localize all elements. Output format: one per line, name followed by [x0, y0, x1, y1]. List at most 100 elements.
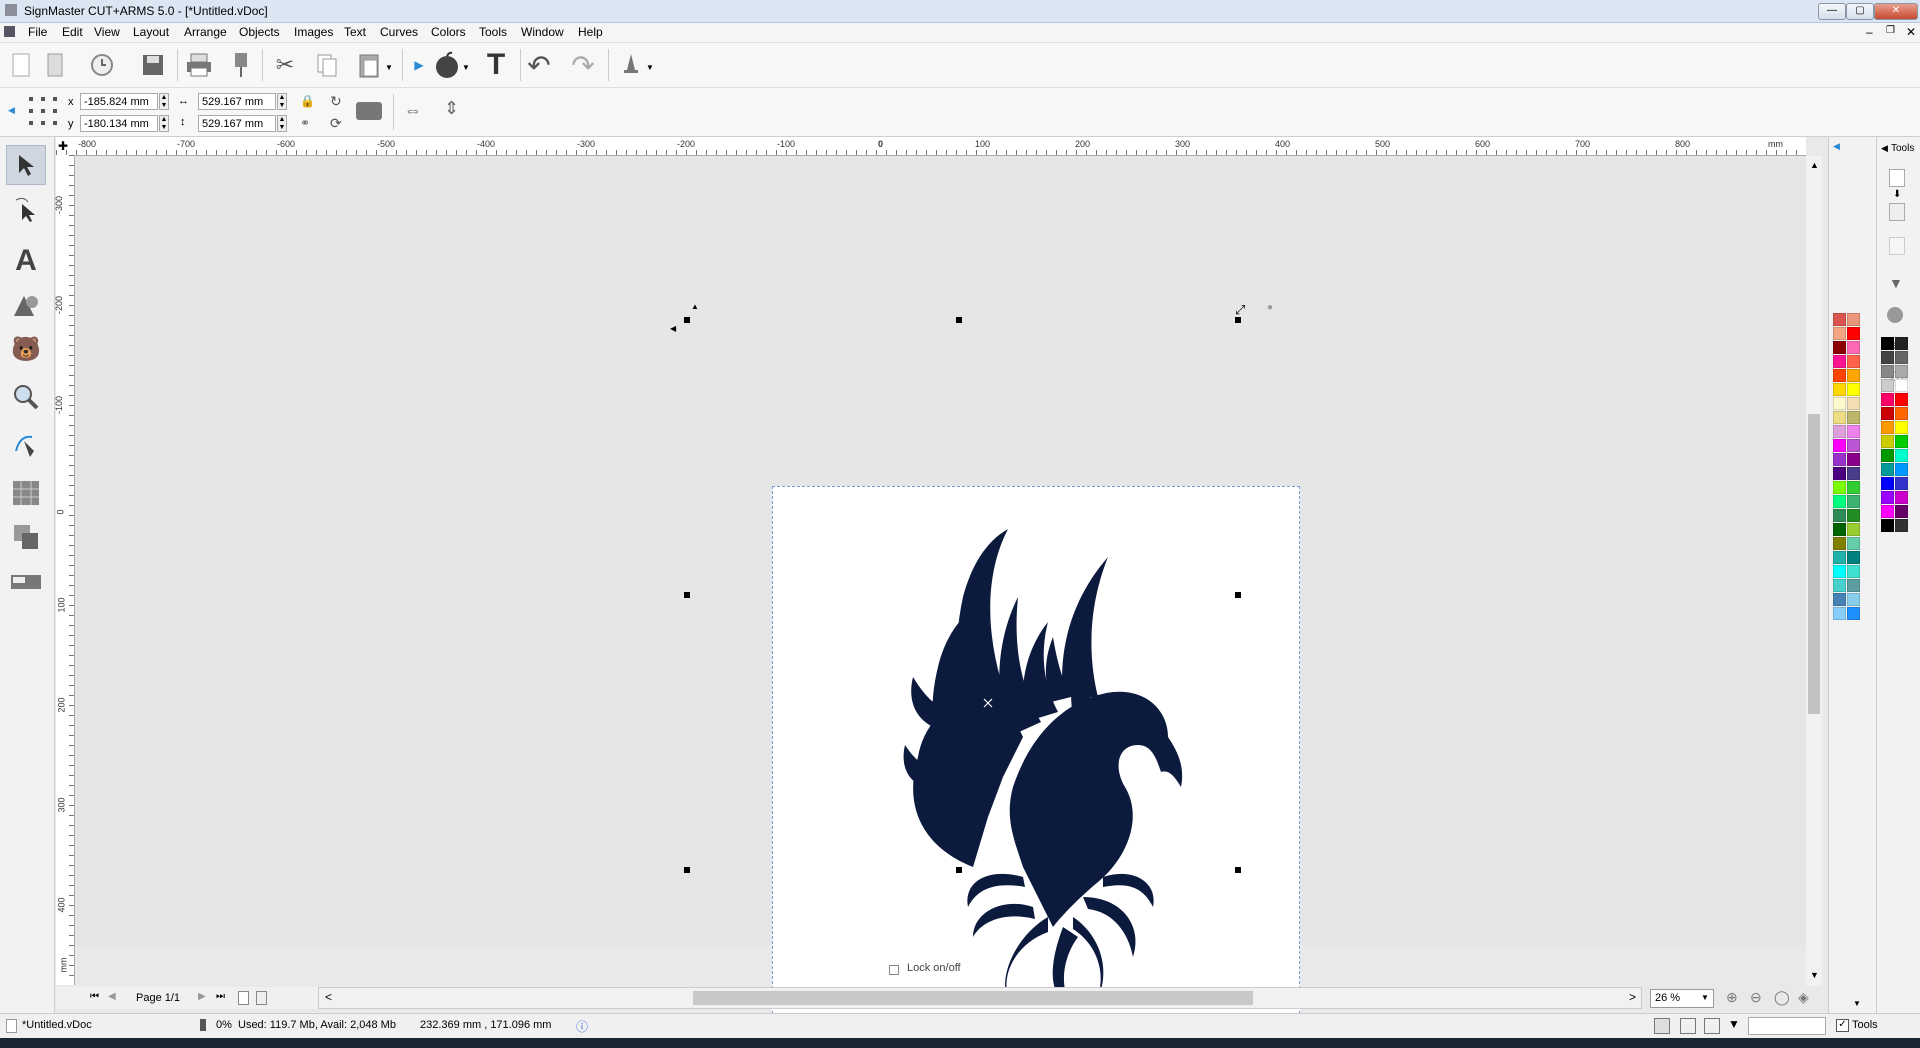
color-swatch[interactable]: [1847, 313, 1860, 326]
color-swatch[interactable]: [1833, 439, 1846, 452]
tools-panel-arrow-icon[interactable]: ◀: [1881, 143, 1888, 154]
undo-icon[interactable]: ↶: [524, 50, 554, 81]
fill-arrow-icon[interactable]: ⬇: [1893, 189, 1901, 200]
shape-tool-icon[interactable]: [6, 285, 46, 325]
color-swatch[interactable]: [1847, 411, 1860, 424]
rotate-reset-icon[interactable]: ⟳: [330, 115, 342, 132]
collapse-arrow-icon[interactable]: ◀: [8, 105, 15, 116]
color-swatch[interactable]: [1833, 523, 1846, 536]
apple-dropdown-icon[interactable]: ▼: [462, 63, 470, 72]
mdi-restore-icon[interactable]: ❐: [1886, 25, 1895, 36]
cut-plot-icon[interactable]: [226, 50, 256, 80]
palette-scroll-down-icon[interactable]: ▼: [1853, 999, 1861, 1008]
color-swatch[interactable]: [1847, 607, 1860, 620]
color-swatch[interactable]: [1847, 579, 1860, 592]
close-button[interactable]: ✕: [1874, 3, 1918, 20]
x-spinner[interactable]: ▲ ▼: [159, 93, 169, 110]
color-swatch[interactable]: [1847, 593, 1860, 606]
y-position-field[interactable]: -180.134 mm: [80, 115, 158, 132]
menu-file[interactable]: File: [28, 25, 47, 39]
flip-vertical-icon[interactable]: ⇕: [444, 98, 459, 119]
color-swatch[interactable]: [1881, 337, 1894, 350]
lock-toggle-label[interactable]: Lock on/off: [907, 962, 961, 974]
selection-handle-top[interactable]: [956, 317, 962, 323]
color-swatch[interactable]: [1833, 551, 1846, 564]
color-swatch[interactable]: [1895, 463, 1908, 476]
page-artboard[interactable]: [772, 486, 1300, 1014]
scroll-left-icon[interactable]: <: [325, 990, 332, 1004]
color-swatch[interactable]: [1847, 355, 1860, 368]
maximize-button[interactable]: ▢: [1846, 3, 1874, 20]
snap-filter-icon[interactable]: ▼: [1728, 1017, 1740, 1031]
new-file-icon[interactable]: [6, 50, 36, 80]
color-swatch[interactable]: [1881, 393, 1894, 406]
x-position-field[interactable]: -185.824 mm: [80, 93, 158, 110]
color-swatch[interactable]: [1895, 435, 1908, 448]
color-swatch[interactable]: [1881, 365, 1894, 378]
layers-icon[interactable]: [1889, 237, 1905, 255]
next-page-icon[interactable]: ▶: [198, 991, 206, 1002]
color-swatch[interactable]: [1833, 411, 1846, 424]
circle-icon[interactable]: [1887, 307, 1903, 323]
delete-page-icon[interactable]: [256, 991, 267, 1005]
color-swatch[interactable]: [1833, 565, 1846, 578]
color-swatch[interactable]: [1895, 393, 1908, 406]
text-t-icon[interactable]: T: [481, 48, 511, 81]
color-swatch[interactable]: [1833, 495, 1846, 508]
phoenix-artwork[interactable]: [773, 487, 1299, 1013]
paste-icon[interactable]: [354, 50, 384, 80]
rotate-handle-icon[interactable]: ⤢: [1235, 302, 1245, 318]
color-swatch[interactable]: [1833, 355, 1846, 368]
first-page-icon[interactable]: ⏮: [90, 991, 99, 1002]
outline-icon[interactable]: [1889, 203, 1905, 221]
menu-images[interactable]: Images: [294, 25, 333, 39]
color-swatch[interactable]: [1847, 327, 1860, 340]
color-swatch[interactable]: [1895, 519, 1908, 532]
color-swatch[interactable]: [1847, 383, 1860, 396]
color-swatch[interactable]: [1881, 407, 1894, 420]
color-swatch[interactable]: [1895, 421, 1908, 434]
color-swatch[interactable]: [1847, 467, 1860, 480]
color-swatch[interactable]: [1833, 607, 1846, 620]
mdi-close-icon[interactable]: ✕: [1906, 25, 1916, 39]
color-swatch[interactable]: [1833, 341, 1846, 354]
scroll-right-icon[interactable]: >: [1629, 990, 1636, 1004]
rotate-cw-icon[interactable]: ↻: [330, 93, 342, 110]
color-swatch[interactable]: [1833, 509, 1846, 522]
color-swatch[interactable]: [1847, 481, 1860, 494]
color-swatch[interactable]: [1881, 519, 1894, 532]
scanner-icon[interactable]: [356, 102, 382, 120]
bell-icon[interactable]: [616, 50, 646, 80]
fill-icon[interactable]: [1889, 169, 1905, 187]
color-swatch[interactable]: [1847, 523, 1860, 536]
text-tool-icon[interactable]: A: [6, 241, 46, 281]
color-swatch[interactable]: [1895, 491, 1908, 504]
y-spinner[interactable]: ▲ ▼: [159, 115, 169, 132]
menu-edit[interactable]: Edit: [62, 25, 83, 39]
selection-handle-bottom-right[interactable]: [1235, 867, 1241, 873]
color-swatch[interactable]: [1895, 505, 1908, 518]
menu-text[interactable]: Text: [344, 25, 366, 39]
height-field[interactable]: 529.167 mm: [198, 115, 276, 132]
overlap-shapes-icon[interactable]: [6, 517, 46, 557]
paste-dropdown-icon[interactable]: ▼: [385, 63, 393, 72]
zoom-fit-icon[interactable]: ◯: [1774, 989, 1790, 1006]
color-swatch[interactable]: [1833, 327, 1846, 340]
horizontal-scrollbar[interactable]: < >: [318, 987, 1642, 1009]
palette-expand-icon[interactable]: ◀: [1833, 141, 1840, 152]
color-swatch[interactable]: [1847, 439, 1860, 452]
node-edit-tool-icon[interactable]: [6, 189, 46, 229]
color-swatch[interactable]: [1895, 379, 1908, 392]
skew-handle-icon[interactable]: ▲: [691, 302, 699, 311]
funnel-icon[interactable]: ▼: [1889, 275, 1903, 291]
measure-ruler-icon[interactable]: [6, 561, 46, 601]
color-swatch[interactable]: [1847, 453, 1860, 466]
copy-icon[interactable]: [312, 50, 342, 80]
snap-grid-icon[interactable]: [1680, 1018, 1696, 1034]
color-swatch[interactable]: [1833, 481, 1846, 494]
anchor-grid-icon[interactable]: [28, 96, 58, 126]
selection-handle-bottom-left[interactable]: [684, 867, 690, 873]
menu-arrange[interactable]: Arrange: [184, 25, 227, 39]
status-input[interactable]: [1748, 1017, 1826, 1035]
color-swatch[interactable]: [1881, 477, 1894, 490]
